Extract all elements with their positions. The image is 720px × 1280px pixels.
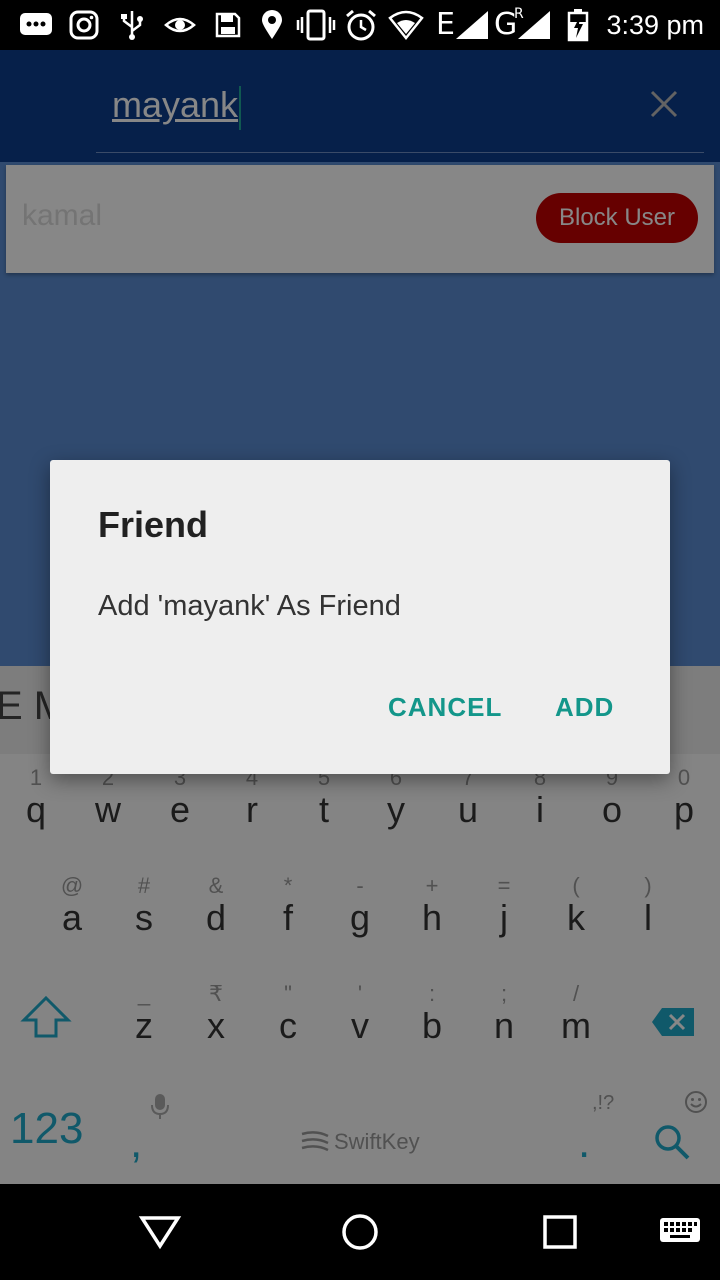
save-icon [214, 9, 242, 41]
recents-icon[interactable] [536, 1208, 584, 1256]
instagram-icon [68, 9, 100, 41]
dialog-message: Add 'mayank' As Friend [98, 590, 401, 622]
status-time: 3:39 pm [606, 10, 704, 40]
vibrate-icon [296, 9, 336, 41]
wifi-icon [388, 9, 424, 41]
navigation-bar [0, 1184, 720, 1280]
home-icon[interactable] [336, 1208, 384, 1256]
cancel-button[interactable]: CANCEL [388, 692, 502, 723]
signal-icon [516, 9, 552, 41]
back-icon[interactable] [136, 1208, 184, 1256]
dialog-title: Friend [98, 504, 209, 545]
location-icon [260, 9, 284, 41]
eye-icon [164, 9, 196, 41]
keyboard-icon[interactable] [656, 1208, 704, 1256]
signal-icon [454, 9, 490, 41]
alarm-icon [344, 9, 378, 41]
friend-dialog: Friend Add 'mayank' As Friend CANCEL ADD [50, 460, 670, 774]
message-icon [18, 9, 54, 41]
usb-icon [118, 9, 146, 41]
add-button[interactable]: ADD [555, 692, 614, 723]
status-bar: E G R 3:39 pm [0, 0, 720, 50]
network-type-e: E [436, 7, 455, 42]
battery-icon [566, 9, 590, 42]
